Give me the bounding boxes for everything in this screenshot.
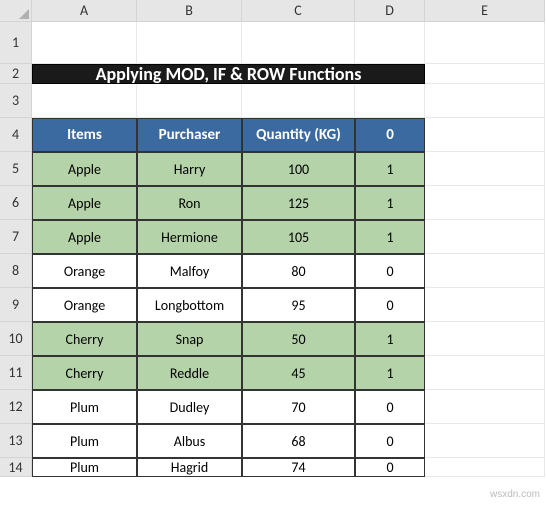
table-row[interactable]: 125 [242,186,355,220]
table-row[interactable]: Hermione [137,220,242,254]
table-row[interactable]: Plum [32,458,137,477]
spreadsheet-grid: A B C D E 1 2 Applying MOD, IF & ROW Fun… [0,0,546,477]
cell-overflow[interactable] [425,288,545,322]
table-row[interactable]: 0 [355,424,425,458]
table-row[interactable]: 1 [355,152,425,186]
table-row[interactable]: Ron [137,186,242,220]
cell-overflow[interactable] [425,458,545,477]
row-header-13[interactable]: 13 [0,424,32,458]
table-row[interactable]: 0 [355,254,425,288]
table-header-quantity[interactable]: Quantity (KG) [242,118,355,152]
col-header-E[interactable]: E [425,0,545,22]
table-row[interactable]: 1 [355,220,425,254]
table-row[interactable]: 1 [355,322,425,356]
cell-C3[interactable] [242,84,355,118]
cell-overflow[interactable] [425,390,545,424]
row-header-6[interactable]: 6 [0,186,32,220]
cell-C1[interactable] [242,22,355,64]
cell-overflow[interactable] [425,356,545,390]
cell-overflow[interactable] [425,424,545,458]
cell-overflow[interactable] [425,152,545,186]
row-header-5[interactable]: 5 [0,152,32,186]
row-header-1[interactable]: 1 [0,22,32,64]
row-header-14[interactable]: 14 [0,458,32,477]
table-row[interactable]: Cherry [32,356,137,390]
col-header-C[interactable]: C [242,0,355,22]
table-row[interactable]: 0 [355,288,425,322]
table-row[interactable]: 45 [242,356,355,390]
table-row[interactable]: 0 [355,390,425,424]
table-row[interactable]: Plum [32,390,137,424]
select-all-corner[interactable] [0,0,32,22]
row-header-10[interactable]: 10 [0,322,32,356]
cell-overflow[interactable] [425,254,545,288]
cell-overflow[interactable] [425,186,545,220]
table-header-purchaser[interactable]: Purchaser [137,118,242,152]
table-row[interactable]: Albus [137,424,242,458]
title-cell[interactable]: Applying MOD, IF & ROW Functions [32,64,425,84]
table-row[interactable]: Cherry [32,322,137,356]
table-row[interactable]: Orange [32,288,137,322]
table-row[interactable]: 1 [355,186,425,220]
table-row[interactable]: 68 [242,424,355,458]
cell-A3[interactable] [32,84,137,118]
row-header-3[interactable]: 3 [0,84,32,118]
cell-D1[interactable] [355,22,425,64]
cell-overflow[interactable] [425,322,545,356]
row-header-2[interactable]: 2 [0,64,32,84]
cell-B1[interactable] [137,22,242,64]
row-header-7[interactable]: 7 [0,220,32,254]
table-row[interactable]: 105 [242,220,355,254]
table-row[interactable]: 74 [242,458,355,477]
table-row[interactable]: 95 [242,288,355,322]
table-row[interactable]: 100 [242,152,355,186]
cell-A1[interactable] [32,22,137,64]
cell-D3[interactable] [355,84,425,118]
row-header-11[interactable]: 11 [0,356,32,390]
table-row[interactable]: 80 [242,254,355,288]
row-header-4[interactable]: 4 [0,118,32,152]
table-header-flag[interactable]: 0 [355,118,425,152]
table-row[interactable]: Snap [137,322,242,356]
cell-F4-overflow[interactable] [425,118,545,152]
row-header-9[interactable]: 9 [0,288,32,322]
table-row[interactable]: Orange [32,254,137,288]
table-header-items[interactable]: Items [32,118,137,152]
cell-B3[interactable] [137,84,242,118]
table-row[interactable]: Dudley [137,390,242,424]
table-row[interactable]: Longbottom [137,288,242,322]
cell-E3[interactable] [425,84,545,118]
table-row[interactable]: Apple [32,220,137,254]
table-row[interactable]: Apple [32,152,137,186]
table-row[interactable]: Plum [32,424,137,458]
table-row[interactable]: Harry [137,152,242,186]
cell-E2-overflow[interactable] [425,64,545,84]
table-row[interactable]: 0 [355,458,425,477]
watermark: wsxdn.com [490,489,540,500]
col-header-A[interactable]: A [32,0,137,22]
cell-overflow[interactable] [425,220,545,254]
cell-E1[interactable] [425,22,545,64]
table-row[interactable]: Hagrid [137,458,242,477]
table-row[interactable]: Apple [32,186,137,220]
row-header-12[interactable]: 12 [0,390,32,424]
table-row[interactable]: 50 [242,322,355,356]
table-row[interactable]: Reddle [137,356,242,390]
table-row[interactable]: 1 [355,356,425,390]
table-row[interactable]: Malfoy [137,254,242,288]
table-row[interactable]: 70 [242,390,355,424]
col-header-D[interactable]: D [355,0,425,22]
row-header-8[interactable]: 8 [0,254,32,288]
col-header-B[interactable]: B [137,0,242,22]
